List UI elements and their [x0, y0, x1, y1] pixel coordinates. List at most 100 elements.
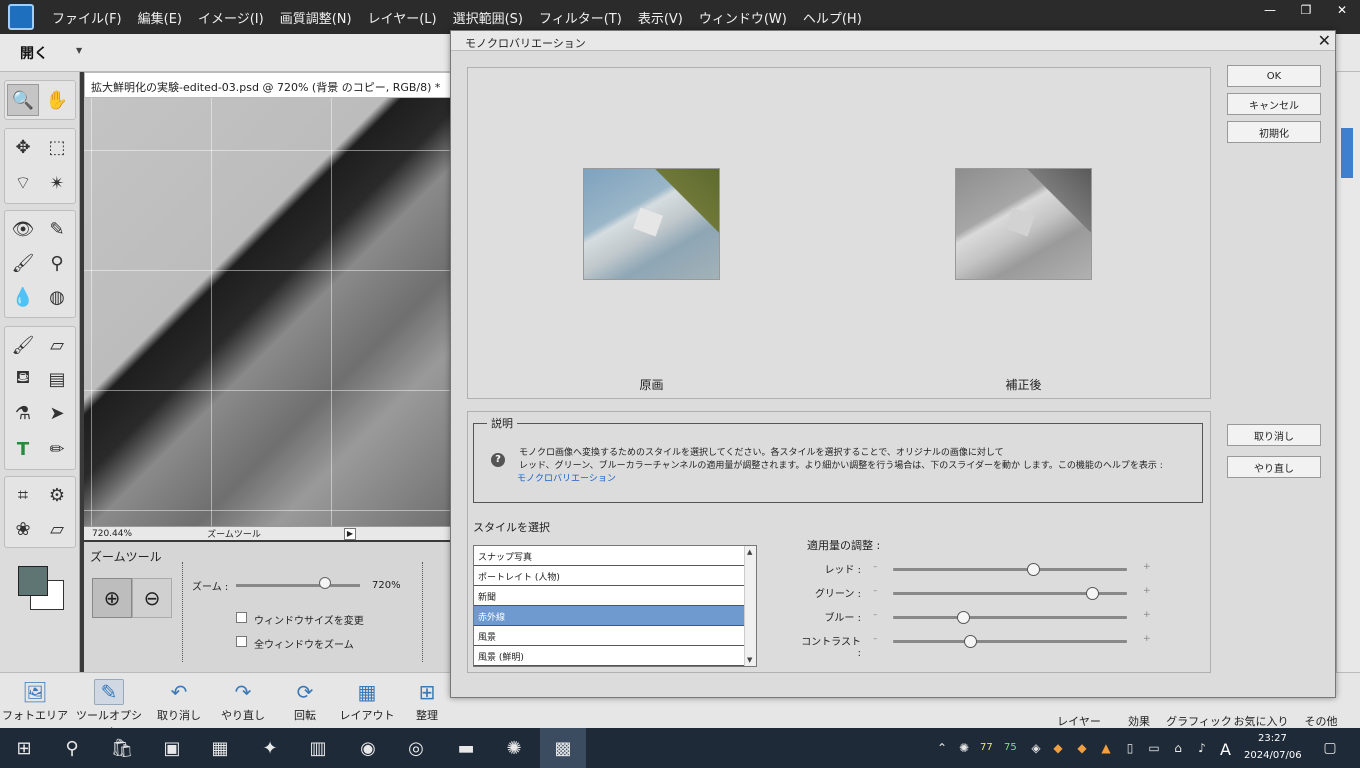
dock-more[interactable]: その他	[1286, 713, 1356, 729]
type-tool-icon[interactable]: T	[7, 433, 39, 465]
smart-brush-tool-icon[interactable]: 🖌	[7, 247, 39, 279]
zoom-slider-knob[interactable]	[319, 577, 332, 589]
gradient-tool-icon[interactable]: ▤	[41, 363, 73, 395]
dock-rotate[interactable]: ⟳ 回転	[270, 679, 340, 723]
eyedropper-tool-icon[interactable]: ⚗	[7, 397, 39, 429]
clock-date[interactable]: 2024/07/06	[1244, 750, 1302, 761]
scroll-up-icon[interactable]: ▲	[747, 548, 752, 556]
style-item[interactable]: 風景	[474, 626, 744, 646]
zoom-all-checkbox[interactable]	[236, 636, 247, 647]
file-explorer-icon[interactable]: ▬	[452, 734, 480, 762]
ime-indicator[interactable]: A	[1220, 740, 1231, 759]
search-icon[interactable]: ⚲	[58, 734, 86, 762]
menu-view[interactable]: 表示(V)	[630, 8, 691, 27]
menu-enhance[interactable]: 画質調整(N)	[272, 8, 360, 27]
dialog-close-icon[interactable]: ✕	[1318, 31, 1331, 50]
content-aware-move-tool-icon[interactable]: ❀	[7, 513, 39, 545]
cancel-button[interactable]: キャンセル	[1227, 93, 1321, 115]
blue-slider-track[interactable]	[893, 616, 1127, 619]
menu-window[interactable]: ウィンドウ(W)	[691, 8, 795, 27]
style-item[interactable]: 赤外線	[474, 606, 744, 626]
dock-graphics[interactable]: グラフィック	[1164, 713, 1234, 729]
menu-layer[interactable]: レイヤー(L)	[360, 8, 445, 27]
recompose-tool-icon[interactable]: ⚙	[41, 479, 73, 511]
menu-filter[interactable]: フィルター(T)	[531, 8, 630, 27]
minimize-button[interactable]: —	[1252, 0, 1288, 20]
style-list[interactable]: スナップ写真 ポートレイト (人物) 新聞 赤外線 風景 風景 (鮮明) ▲ ▼	[473, 545, 757, 667]
sponge-tool-icon[interactable]: ◍	[41, 281, 73, 313]
rotate-icon: ⟳	[296, 680, 314, 704]
style-item[interactable]: スナップ写真	[474, 546, 744, 566]
menu-help[interactable]: ヘルプ(H)	[795, 8, 870, 27]
healing-brush-tool-icon[interactable]: ✎	[41, 213, 73, 245]
contrast-slider-track[interactable]	[893, 640, 1127, 643]
restore-button[interactable]: ❐	[1288, 0, 1324, 20]
dock-undo[interactable]: ↶ 取り消し	[144, 679, 214, 723]
menu-select[interactable]: 選択範囲(S)	[445, 8, 531, 27]
browser-icon[interactable]: ◎	[402, 734, 430, 762]
menu-edit[interactable]: 編集(E)	[130, 8, 190, 27]
app-icon[interactable]: ▥	[304, 734, 332, 762]
dock-label: フォトエリア	[2, 709, 68, 722]
paint-bucket-tool-icon[interactable]: ⛾	[7, 363, 39, 395]
start-icon[interactable]: ⊞	[10, 734, 38, 762]
scroll-down-icon[interactable]: ▼	[747, 656, 752, 664]
clock-time[interactable]: 23:27	[1258, 733, 1287, 744]
edge-browser-icon[interactable]: ◉	[354, 734, 382, 762]
eraser-tool-icon[interactable]: ▱	[41, 329, 73, 361]
zoom-tool-icon[interactable]: 🔍	[7, 84, 39, 116]
zoom-in-icon[interactable]: ⊕	[92, 578, 132, 618]
panel-scrollbar[interactable]	[1341, 128, 1353, 178]
marquee-tool-icon[interactable]: ⬚	[41, 131, 73, 163]
tray-app-icon[interactable]: ✺	[950, 734, 978, 762]
calculator-icon[interactable]: ▦	[206, 734, 234, 762]
photo-app-icon[interactable]: ✦	[256, 734, 284, 762]
zoom-slider-track[interactable]	[236, 584, 360, 587]
ok-button[interactable]: OK	[1227, 65, 1321, 87]
dock-photo-bin[interactable]: 🖼 フォトエリア	[0, 679, 70, 723]
foreground-color-swatch[interactable]	[18, 566, 48, 596]
undo-button[interactable]: 取り消し	[1227, 424, 1321, 446]
style-item[interactable]: ポートレイト (人物)	[474, 566, 744, 586]
blur-tool-icon[interactable]: 💧	[7, 281, 39, 313]
help-link[interactable]: モノクロバリエーション	[517, 471, 616, 484]
close-window-button[interactable]: ✕	[1324, 0, 1360, 20]
volume-icon[interactable]: ♪	[1188, 734, 1216, 762]
green-slider-knob[interactable]	[1085, 587, 1099, 600]
toolbox: 🔍 ✋ ✥ ⬚ ⌔ ✴ 👁 ✎ 🖌 ⚲ 💧 ◍ 🖌 ▱ ⛾ ▤ ⚗ ➤ T ✏ …	[0, 72, 80, 672]
open-button[interactable]: 開く	[20, 43, 48, 63]
resize-window-checkbox[interactable]	[236, 612, 247, 623]
brush-tool-icon[interactable]: 🖌	[7, 329, 39, 361]
hand-tool-icon[interactable]: ✋	[41, 84, 73, 116]
pencil-tool-icon[interactable]: ✏	[41, 433, 73, 465]
zoom-out-icon[interactable]: ⊖	[132, 578, 172, 618]
menu-file[interactable]: ファイル(F)	[44, 8, 130, 27]
open-dropdown-icon[interactable]: ▼	[76, 46, 82, 55]
straighten-tool-icon[interactable]: ⏥	[41, 513, 73, 545]
menu-image[interactable]: イメージ(I)	[190, 8, 272, 27]
status-arrow-icon[interactable]: ▶	[344, 527, 356, 540]
tool-options-panel: ズームツール ⊕ ⊖ ズーム : 720% ウィンドウサイズを変更 全ウィンドウ…	[84, 542, 450, 672]
reset-button[interactable]: 初期化	[1227, 121, 1321, 143]
move-tool-icon[interactable]: ✥	[7, 131, 39, 163]
before-label: 原画	[639, 378, 664, 392]
style-item[interactable]: 風景 (鮮明)	[474, 646, 744, 666]
red-eye-tool-icon[interactable]: 👁	[7, 213, 39, 245]
redo-button[interactable]: やり直し	[1227, 456, 1321, 478]
notification-icon[interactable]: ▢	[1316, 734, 1344, 762]
style-list-scrollbar[interactable]: ▲ ▼	[744, 546, 756, 666]
app-icon[interactable]: ✺	[500, 734, 528, 762]
custom-shape-tool-icon[interactable]: ➤	[41, 397, 73, 429]
style-item[interactable]: 新聞	[474, 586, 744, 606]
magic-wand-tool-icon[interactable]: ✴	[41, 167, 73, 199]
app-icon[interactable]: ▣	[158, 734, 186, 762]
image-canvas[interactable]	[84, 98, 450, 526]
red-slider-track[interactable]	[893, 568, 1127, 571]
crop-tool-icon[interactable]: ⌗	[7, 479, 39, 511]
lasso-tool-icon[interactable]: ⌔	[7, 167, 39, 199]
document-tab[interactable]: 拡大鮮明化の実験-edited-03.psd @ 720% (背景 のコピー, …	[84, 72, 454, 98]
dock-redo[interactable]: ↷ やり直し	[208, 679, 278, 723]
store-icon[interactable]: 🛍	[108, 734, 136, 762]
photoshop-elements-icon[interactable]: ▩	[549, 734, 577, 762]
clone-stamp-tool-icon[interactable]: ⚲	[41, 247, 73, 279]
